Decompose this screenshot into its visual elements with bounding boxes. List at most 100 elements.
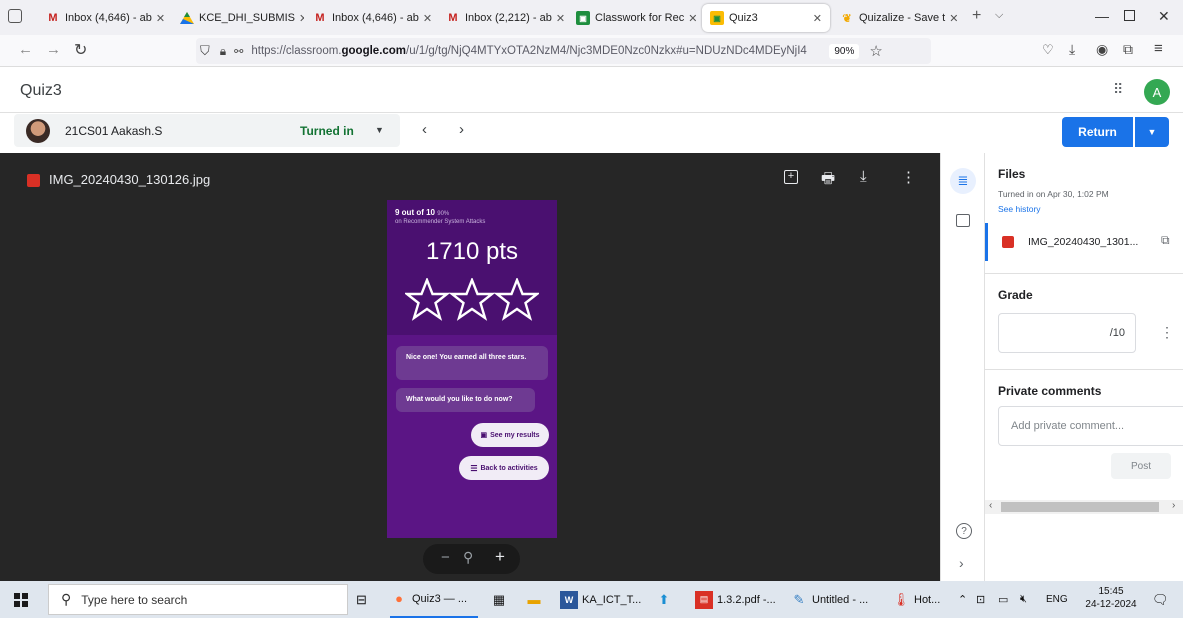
divider xyxy=(985,273,1183,274)
grade-input[interactable]: /10 xyxy=(998,313,1136,353)
tray-network-icon[interactable]: ⊡ xyxy=(976,581,985,618)
language-indicator[interactable]: ENG xyxy=(1046,581,1068,618)
taskbar-explorer[interactable]: ▬ xyxy=(525,581,547,618)
back-to-activities-button[interactable]: ☰ Back to activities xyxy=(459,456,549,480)
clock[interactable]: 15:45 24-12-2024 xyxy=(1080,585,1142,611)
classroom-header: Quiz3 ⠿ A xyxy=(0,67,1183,113)
grade-heading: Grade xyxy=(998,288,1033,302)
classroom-icon: ▣ xyxy=(710,11,724,25)
open-external-icon[interactable]: ⧉ xyxy=(1161,233,1170,248)
back-icon[interactable]: ← xyxy=(18,41,33,58)
taskbar-weather[interactable]: 🌡︎ Hot... xyxy=(892,581,942,618)
previous-student-icon[interactable]: ‹ xyxy=(422,121,427,138)
help-icon[interactable]: ? xyxy=(956,523,972,539)
window-close-icon[interactable]: ✕ xyxy=(1158,8,1170,25)
tab-drive[interactable]: KCE_DHI_SUBMIS ✕ xyxy=(180,4,304,32)
scroll-left-icon[interactable]: ‹ xyxy=(989,500,992,511)
reload-icon[interactable]: ↻ xyxy=(74,40,87,60)
taskbar-word[interactable]: W KA_ICT_T... xyxy=(560,581,644,618)
collapse-panel-icon[interactable]: › xyxy=(959,555,964,571)
drive-icon xyxy=(180,11,194,25)
start-button[interactable] xyxy=(14,581,28,618)
close-icon[interactable]: ✕ xyxy=(156,12,165,25)
menu-icon[interactable]: ≡ xyxy=(1154,40,1163,57)
firefox-icon: ● xyxy=(395,591,403,606)
attachment-item[interactable]: IMG_20240430_1301... ⧉ xyxy=(985,223,1183,261)
print-icon[interactable]: 🖶︎ xyxy=(821,168,835,193)
open-in-new-window-icon[interactable]: + xyxy=(784,170,798,184)
bookmark-star-icon[interactable]: ☆ xyxy=(869,42,882,60)
student-avatar xyxy=(26,119,50,143)
private-comments-heading: Private comments xyxy=(998,384,1102,398)
tray-monitor-icon[interactable]: ▭ xyxy=(998,581,1008,618)
tab-inbox-1[interactable]: M Inbox (4,646) - ab ✕ xyxy=(46,4,170,32)
scroll-right-icon[interactable]: › xyxy=(1172,500,1175,511)
student-selector[interactable]: 21CS01 Aakash.S Turned in ▼ xyxy=(14,114,400,147)
chevron-down-icon[interactable]: ⌵ xyxy=(995,9,1003,22)
score-line: 9 out of 10 90% xyxy=(395,208,450,217)
account-icon[interactable]: ◉ xyxy=(1096,41,1108,58)
grade-denominator: /10 xyxy=(1109,327,1125,339)
tray-volume-muted-icon[interactable]: 🔇︎ xyxy=(1020,581,1027,618)
tray-chevron-icon[interactable]: ⌃ xyxy=(958,581,967,618)
grading-panel: Files Turned in on Apr 30, 1:02 PM See h… xyxy=(984,153,1183,581)
restore-icon[interactable] xyxy=(1124,10,1135,21)
cloud-upload-icon: ⬆ xyxy=(658,591,670,607)
see-history-link[interactable]: See history xyxy=(998,204,1041,214)
download-icon[interactable]: ⤓ xyxy=(860,168,867,185)
tab-quizalize[interactable]: ❦ Quizalize - Save t ✕ xyxy=(840,4,964,32)
result-panel: Nice one! You earned all three stars. Wh… xyxy=(387,335,557,538)
permissions-icon[interactable]: ⚯ xyxy=(234,45,243,58)
minimize-icon[interactable]: — xyxy=(1095,8,1109,24)
zoom-out-icon[interactable]: − xyxy=(441,549,450,566)
pocket-icon[interactable]: ♡ xyxy=(1042,42,1054,58)
classroom-icon: ▣ xyxy=(576,11,590,25)
instructions-icon[interactable]: ≣ xyxy=(950,168,976,194)
panel-icon-strip: ≣ ? › xyxy=(940,153,984,581)
return-button[interactable]: Return xyxy=(1062,117,1133,147)
see-results-button[interactable]: ▣ See my results xyxy=(471,423,549,447)
scrollbar-thumb[interactable] xyxy=(1001,502,1159,512)
zoom-search-icon[interactable]: ⚲ xyxy=(463,549,473,566)
post-button[interactable]: Post xyxy=(1111,453,1171,479)
avatar[interactable]: A xyxy=(1144,79,1170,105)
comments-icon[interactable] xyxy=(956,214,970,227)
zoom-badge[interactable]: 90% xyxy=(829,43,860,59)
tab-quiz3[interactable]: ▣ Quiz3 ✕ xyxy=(702,4,830,32)
close-icon[interactable]: ✕ xyxy=(299,12,304,25)
taskbar-cloud[interactable]: ⬆ xyxy=(655,581,677,618)
clock-time: 15:45 xyxy=(1098,586,1124,597)
dropdown-arrow-icon[interactable]: ▼ xyxy=(375,125,384,135)
close-icon[interactable]: ✕ xyxy=(556,12,565,25)
close-icon[interactable]: ✕ xyxy=(423,12,432,25)
close-icon[interactable]: ✕ xyxy=(949,12,958,25)
close-icon[interactable]: ✕ xyxy=(813,12,822,25)
url-bar[interactable]: ⛉ 🔒︎ ⚯ https://classroom.google.com/u/1/… xyxy=(196,38,931,64)
next-student-icon[interactable]: › xyxy=(459,121,464,138)
forward-icon[interactable]: → xyxy=(46,41,61,58)
return-options-button[interactable]: ▼ xyxy=(1135,117,1169,147)
taskbar-search[interactable]: ⚲ Type here to search xyxy=(48,584,348,615)
message-bubble-1: Nice one! You earned all three stars. xyxy=(396,346,548,380)
horizontal-scrollbar[interactable]: ‹ › xyxy=(985,500,1183,514)
private-comment-input[interactable]: Add private comment... xyxy=(998,406,1183,446)
taskbar-firefox[interactable]: ● Quiz3 — ... xyxy=(390,581,478,618)
close-icon[interactable]: ✕ xyxy=(688,12,697,25)
grade-more-icon[interactable]: ⋮ xyxy=(1160,324,1174,341)
task-view-icon[interactable]: ⊟ xyxy=(356,581,367,618)
apps-grid-icon[interactable]: ⠿ xyxy=(1113,81,1123,98)
taskbar-paint[interactable]: ✎ Untitled - ... xyxy=(790,581,878,618)
zoom-in-icon[interactable]: + xyxy=(495,547,505,567)
more-options-icon[interactable]: ⋮ xyxy=(901,168,916,186)
tab-inbox-2[interactable]: M Inbox (4,646) - ab ✕ xyxy=(313,4,437,32)
taskbar-pdf[interactable]: ▤ 1.3.2.pdf -... xyxy=(695,581,785,618)
tab-classwork[interactable]: ▣ Classwork for Rec ✕ xyxy=(576,4,700,32)
new-tab-icon[interactable]: + xyxy=(972,7,981,25)
notifications-icon[interactable]: 🗨︎ xyxy=(1152,581,1169,618)
tab-list-icon[interactable] xyxy=(8,9,22,23)
taskbar-calendar[interactable]: ▦ xyxy=(490,581,512,618)
tab-inbox-3[interactable]: M Inbox (2,212) - ab ✕ xyxy=(446,4,570,32)
comment-placeholder: Add private comment... xyxy=(1011,420,1125,432)
download-icon[interactable]: ⤓ xyxy=(1069,41,1075,58)
extensions-icon[interactable]: ⧉ xyxy=(1123,41,1133,58)
